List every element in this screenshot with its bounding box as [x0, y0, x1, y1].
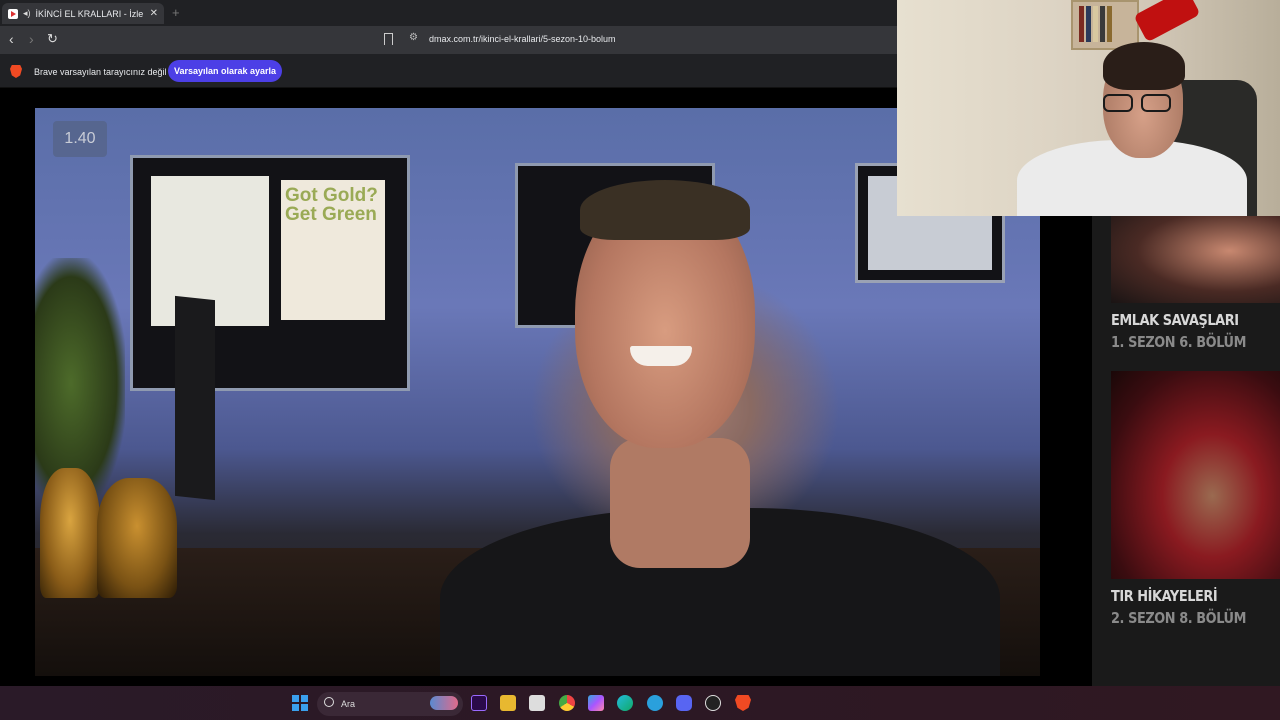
lion-statue-graphic: [40, 468, 100, 598]
framed-poster: Got Gold? Get Green: [130, 155, 410, 391]
search-icon: [324, 697, 334, 707]
microphone-graphic: [1133, 0, 1201, 43]
person-hair: [580, 180, 750, 240]
win-pane: [292, 703, 300, 711]
dmax-favicon-icon: [8, 8, 18, 19]
speaker-icon[interactable]: ◂): [23, 8, 31, 19]
discord-icon[interactable]: [676, 695, 692, 711]
episode-thumbnail[interactable]: [1111, 371, 1280, 579]
browser-tab[interactable]: ◂) İKİNCİ EL KRALLARI - İzle 5. S ✕: [2, 3, 164, 24]
close-tab-icon[interactable]: ✕: [150, 8, 158, 19]
win-pane: [292, 695, 300, 703]
person-neck: [610, 438, 750, 568]
chrome-icon[interactable]: [559, 695, 575, 711]
webcam-overlay: [897, 0, 1280, 216]
app-icon[interactable]: [529, 695, 545, 711]
book: [1093, 6, 1098, 42]
back-button[interactable]: ‹: [9, 31, 14, 47]
book: [1100, 6, 1105, 42]
book: [1086, 6, 1091, 42]
premiere-icon[interactable]: [471, 695, 487, 711]
episode-subtitle: 1. SEZON 6. BÖLÜM: [1111, 333, 1247, 351]
playback-speed-badge[interactable]: 1.40: [53, 121, 107, 157]
bookmark-icon[interactable]: [384, 33, 393, 45]
file-explorer-icon[interactable]: [500, 695, 516, 711]
book: [1079, 6, 1084, 42]
tab-title: İKİNCİ EL KRALLARI - İzle 5. S: [35, 8, 145, 19]
lion-statue-graphic: [97, 478, 177, 598]
video-player[interactable]: Got Gold? Get Green: [35, 108, 1040, 676]
search-placeholder: Ara: [341, 699, 356, 709]
episode-title[interactable]: EMLAK SAVAŞLARI: [1111, 311, 1239, 329]
magazine-cover: Got Gold? Get Green: [281, 180, 385, 320]
glasses-lens: [1141, 94, 1171, 112]
set-default-button[interactable]: Varsayılan olarak ayarla: [168, 60, 282, 82]
episode-title[interactable]: TIR HİKAYELERİ: [1111, 587, 1218, 605]
forward-button[interactable]: ›: [29, 31, 34, 47]
streamer-hair: [1103, 42, 1185, 90]
magazine-headline: Got Gold? Get Green: [285, 185, 378, 225]
url-text[interactable]: dmax.com.tr/ikinci-el-krallari/5-sezon-1…: [429, 34, 616, 44]
win-pane: [300, 695, 308, 703]
episode-subtitle: 2. SEZON 8. BÖLÜM: [1111, 609, 1247, 627]
reload-button[interactable]: ↻: [47, 31, 58, 47]
monitor-graphic: [175, 295, 215, 501]
edge-icon[interactable]: [617, 695, 633, 711]
obs-icon[interactable]: [705, 695, 721, 711]
episode-thumbnail[interactable]: [1111, 216, 1280, 303]
infobar-message: Brave varsayılan tarayıcınız değil: [34, 67, 167, 77]
new-tab-button[interactable]: +: [172, 5, 180, 20]
windows-start-icon[interactable]: [292, 695, 308, 711]
telegram-icon[interactable]: [647, 695, 663, 711]
win-pane: [300, 703, 308, 711]
copilot-icon[interactable]: [588, 695, 604, 711]
glasses-graphic: [1103, 94, 1179, 114]
glasses-lens: [1103, 94, 1133, 112]
windows-taskbar: [0, 686, 1280, 720]
book: [1107, 6, 1112, 42]
person-smile: [630, 346, 692, 366]
site-info-icon[interactable]: ⚙: [409, 32, 418, 43]
search-highlight-icon: [430, 696, 458, 710]
